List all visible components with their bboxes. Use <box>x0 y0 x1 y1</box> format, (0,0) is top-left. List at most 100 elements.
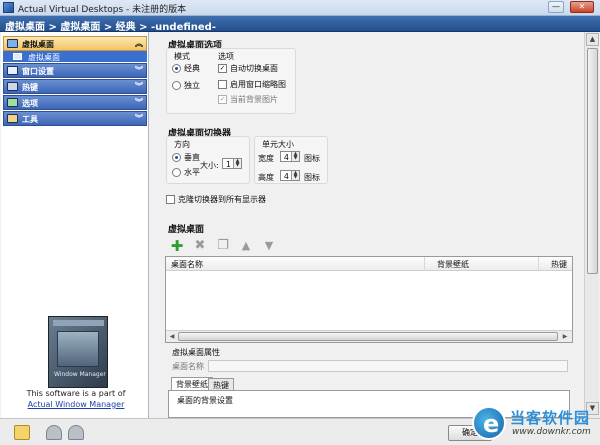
tab-wallpaper[interactable]: 背景壁纸 <box>171 377 213 390</box>
mode-independent-radio[interactable] <box>172 81 181 90</box>
cell-size-label: 单元大小 <box>262 140 294 149</box>
enable-thumbnails-checkbox[interactable] <box>218 80 227 89</box>
watermark: 当客软件园 www.downkr.com <box>470 404 600 442</box>
keyboard-icon <box>7 82 18 91</box>
undo-icon[interactable] <box>46 425 62 440</box>
product-box-image: Window Manager <box>48 316 108 388</box>
current-bg-label: 当前背景图片 <box>230 95 278 104</box>
auto-switch-label: 自动切换桌面 <box>230 64 278 73</box>
breadcrumb-bar: 虚拟桌面 > 虚拟桌面 > 经典 > -undefined- <box>0 16 600 33</box>
box-label: Window Manager <box>54 371 106 378</box>
clone-switcher-checkbox[interactable] <box>166 195 175 204</box>
section-title-desktops: 虚拟桌面 <box>168 225 205 235</box>
sidebar-item-label: 选项 <box>22 99 38 108</box>
sidebar-subitem-label: 虚拟桌面 <box>28 53 60 62</box>
width-label: 宽度 <box>258 154 274 163</box>
size-spinner[interactable]: 1 ▲ ▼ <box>222 158 242 169</box>
tools-icon <box>7 114 18 123</box>
direction-label: 方向 <box>174 140 190 149</box>
sidebar-item-window-settings[interactable]: 窗口设置 ︾ <box>3 63 147 78</box>
tab-hotkey[interactable]: 热键 <box>208 378 234 390</box>
close-button[interactable]: ✕ <box>570 1 594 13</box>
desktop-icon <box>7 39 18 48</box>
desktops-table[interactable]: 桌面名称 背景壁纸 热键 ◀ ▶ <box>165 256 573 343</box>
height-value: 4 <box>283 172 289 181</box>
vertical-scroll-thumb[interactable] <box>587 48 598 274</box>
add-desktop-button[interactable]: ✚ <box>169 238 185 254</box>
wallpaper-settings-label: 桌面的背景设置 <box>177 396 233 405</box>
chevron-down-icon[interactable]: ︾ <box>135 113 143 124</box>
options-label: 选项 <box>218 52 234 61</box>
sidebar-item-label: 热键 <box>22 83 38 92</box>
window-title: Actual Virtual Desktops - 未注册的版本 <box>18 5 187 15</box>
column-separator <box>538 257 539 271</box>
main-vertical-scrollbar[interactable]: ▲ ▼ <box>584 32 599 418</box>
clone-switcher-label: 克隆切换器到所有显示器 <box>178 195 266 204</box>
table-horizontal-scrollbar[interactable]: ◀ ▶ <box>166 330 572 342</box>
direction-vertical-radio[interactable] <box>172 153 181 162</box>
height-label: 高度 <box>258 173 274 182</box>
width-unit-label: 图标 <box>304 154 320 163</box>
chevron-down-icon[interactable]: ︾ <box>135 97 143 108</box>
sidebar-item-options[interactable]: 选项 ︾ <box>3 95 147 110</box>
enable-thumbnails-label: 启用窗口缩略图 <box>230 80 286 89</box>
desktop-name-input[interactable] <box>208 360 568 372</box>
column-header-wallpaper[interactable]: 背景壁纸 <box>437 259 469 270</box>
scroll-left-icon[interactable]: ◀ <box>167 332 177 341</box>
sidebar-item-label: 工具 <box>22 115 38 124</box>
horizontal-scroll-thumb[interactable] <box>178 332 558 341</box>
column-header-hotkey[interactable]: 热键 <box>551 259 567 270</box>
direction-horizontal-label: 水平 <box>184 168 200 177</box>
sidebar-item-virtual-desktops[interactable]: 虚拟桌面 ︽ <box>3 36 147 51</box>
sidebar-item-label: 虚拟桌面 <box>22 40 54 49</box>
move-down-button[interactable]: ▼ <box>261 238 277 254</box>
spinner-arrows-icon[interactable]: ▲ ▼ <box>291 152 299 161</box>
chevron-down-icon[interactable]: ︾ <box>135 81 143 92</box>
scroll-right-icon[interactable]: ▶ <box>560 332 570 341</box>
spinner-arrows-icon[interactable]: ▲ ▼ <box>291 171 299 180</box>
title-bar: Actual Virtual Desktops - 未注册的版本 — ✕ <box>0 0 600 16</box>
box-lid <box>53 320 104 326</box>
breadcrumb: 虚拟桌面 > 虚拟桌面 > 经典 > -undefined- <box>5 22 216 33</box>
direction-vertical-label: 垂直 <box>184 153 200 162</box>
watermark-brand: 当客软件园 <box>510 409 591 427</box>
remove-desktop-button[interactable]: ✖ <box>192 238 208 254</box>
size-label: 大小: <box>200 161 219 170</box>
spinner-arrows-icon[interactable]: ▲ ▼ <box>233 159 241 168</box>
desktop-small-icon <box>13 53 22 60</box>
mode-label: 模式 <box>174 52 190 61</box>
direction-horizontal-radio[interactable] <box>172 168 181 177</box>
watermark-logo-icon <box>472 406 506 440</box>
properties-title: 虚拟桌面属性 <box>172 348 220 357</box>
options-icon <box>7 98 18 107</box>
mode-classic-radio[interactable] <box>172 64 181 73</box>
sidebar-item-hotkeys[interactable]: 热键 ︾ <box>3 79 147 94</box>
promo-text: This software is a part of <box>26 389 126 398</box>
app-icon <box>3 2 14 13</box>
width-spinner[interactable]: 4 ▲ ▼ <box>280 151 300 162</box>
copy-desktop-button[interactable]: ❐ <box>215 238 231 254</box>
chevron-up-icon[interactable]: ︽ <box>135 38 143 49</box>
desktop-name-label: 桌面名称 <box>172 362 204 371</box>
height-spinner[interactable]: 4 ▲ ▼ <box>280 170 300 181</box>
promo-link[interactable]: Actual Window Manager <box>4 400 148 409</box>
move-up-button[interactable]: ▲ <box>238 238 254 254</box>
auto-switch-checkbox[interactable]: ✓ <box>218 64 227 73</box>
sidebar-item-label: 窗口设置 <box>22 67 54 76</box>
mode-classic-label: 经典 <box>184 64 200 73</box>
watermark-url: www.downkr.com <box>512 427 591 437</box>
sidebar-item-tools[interactable]: 工具 ︾ <box>3 111 147 126</box>
column-separator <box>424 257 425 271</box>
size-value: 1 <box>225 160 231 169</box>
window-icon <box>7 66 18 75</box>
redo-icon[interactable] <box>68 425 84 440</box>
box-screenshot <box>57 331 99 367</box>
chevron-down-icon[interactable]: ︾ <box>135 65 143 76</box>
sidebar-subitem-virtual-desktops[interactable]: 虚拟桌面 <box>3 51 147 62</box>
column-header-name[interactable]: 桌面名称 <box>171 259 203 270</box>
help-icon[interactable] <box>14 425 30 440</box>
minimize-button[interactable]: — <box>548 1 564 13</box>
height-unit-label: 图标 <box>304 173 320 182</box>
scroll-up-icon[interactable]: ▲ <box>586 33 599 46</box>
mode-independent-label: 独立 <box>184 81 200 90</box>
